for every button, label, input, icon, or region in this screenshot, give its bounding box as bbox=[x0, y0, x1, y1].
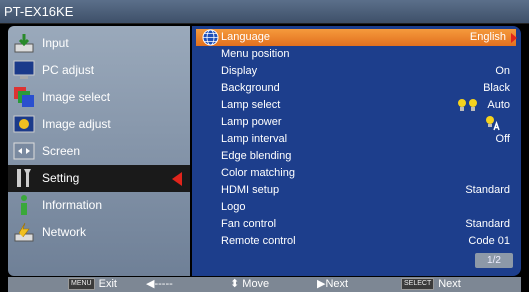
setting-name: Lamp power bbox=[221, 116, 282, 128]
window-title: PT-EX16KE bbox=[0, 0, 529, 24]
setting-row-menu-position[interactable]: Menu position bbox=[196, 46, 516, 63]
input-icon bbox=[14, 34, 34, 53]
submenu-arrow-icon bbox=[511, 33, 517, 43]
select-next-label: Next bbox=[438, 278, 461, 290]
menu-label: Setting bbox=[42, 171, 80, 185]
menu-item-image-select[interactable]: Image select bbox=[8, 84, 190, 111]
up-down-arrow-icon: ⬍ bbox=[230, 278, 240, 290]
select-hint: SELECT Next bbox=[401, 277, 461, 292]
menu-item-screen[interactable]: Screen bbox=[8, 138, 190, 165]
exit-hint: MENU Exit bbox=[68, 277, 117, 292]
setting-name: Remote control bbox=[221, 235, 296, 247]
setting-value: Auto bbox=[487, 99, 510, 111]
next-hint: ▶Next bbox=[317, 277, 348, 292]
setting-row-background[interactable]: Background Black bbox=[196, 80, 516, 97]
image-select-icon bbox=[14, 87, 34, 107]
setting-row-logo[interactable]: Logo bbox=[196, 199, 516, 216]
setting-row-remote-control[interactable]: Remote control Code 01 bbox=[196, 233, 516, 250]
menu-label: Input bbox=[42, 36, 69, 50]
setting-name: Edge blending bbox=[221, 150, 292, 162]
globe-icon bbox=[202, 29, 219, 46]
menu-key-icon: MENU bbox=[68, 278, 95, 291]
page-indicator: 1/2 bbox=[475, 253, 513, 268]
menu-item-pc-adjust[interactable]: PC adjust bbox=[8, 57, 190, 84]
move-hint: ⬍ Move bbox=[230, 277, 269, 292]
setting-row-fan-control[interactable]: Fan control Standard bbox=[196, 216, 516, 233]
setting-row-lamp-select[interactable]: Lamp select Auto bbox=[196, 97, 516, 114]
select-key-icon: SELECT bbox=[401, 278, 435, 291]
setting-value: English bbox=[469, 31, 506, 43]
setting-value: Off bbox=[495, 133, 510, 145]
selected-arrow-icon bbox=[172, 172, 182, 186]
setting-name: Logo bbox=[221, 201, 246, 213]
dual-lamp-icon bbox=[458, 99, 477, 111]
setting-name: Menu position bbox=[221, 48, 290, 60]
setting-icon bbox=[17, 169, 31, 187]
information-icon bbox=[21, 195, 27, 215]
menu-item-image-adjust[interactable]: Image adjust bbox=[8, 111, 190, 138]
next-label: Next bbox=[325, 278, 349, 290]
setting-name: Display bbox=[221, 65, 258, 77]
menu-label: Image select bbox=[42, 90, 111, 104]
setting-name: Lamp interval bbox=[221, 133, 288, 145]
menu-label: Network bbox=[42, 225, 87, 239]
setting-row-lamp-power[interactable]: Lamp power bbox=[196, 114, 516, 131]
lamp-auto-icon bbox=[486, 116, 500, 131]
menu-label: Screen bbox=[42, 144, 81, 158]
guide-bar: MENU Exit ◀----- ⬍ Move ▶Next SELECT Next bbox=[8, 277, 521, 292]
setting-name: Background bbox=[221, 82, 280, 94]
menu-label: Information bbox=[42, 198, 103, 212]
main-menu: Input PC adjust Image select Image adjus… bbox=[8, 26, 190, 276]
menu-item-information[interactable]: Information bbox=[8, 192, 190, 219]
setting-row-color-matching[interactable]: Color matching bbox=[196, 165, 516, 182]
menu-label: Image adjust bbox=[42, 117, 111, 131]
setting-name: HDMI setup bbox=[221, 184, 280, 196]
image-adjust-icon bbox=[13, 115, 35, 133]
setting-row-language[interactable]: Language English bbox=[196, 29, 517, 46]
setting-value: Black bbox=[483, 82, 510, 94]
setting-value: Code 01 bbox=[468, 235, 510, 247]
exit-label: Exit bbox=[98, 278, 117, 290]
screen-icon bbox=[13, 142, 35, 160]
setting-row-lamp-interval[interactable]: Lamp interval Off bbox=[196, 131, 516, 148]
setting-name: Color matching bbox=[221, 167, 295, 179]
menu-item-input[interactable]: Input bbox=[8, 30, 190, 57]
setting-value: On bbox=[495, 65, 510, 77]
setting-name: Language bbox=[221, 31, 270, 43]
menu-item-network[interactable]: Network bbox=[8, 219, 190, 246]
setting-row-edge-blending[interactable]: Edge blending bbox=[196, 148, 516, 165]
network-icon bbox=[14, 222, 34, 242]
menu-item-setting[interactable]: Setting bbox=[8, 165, 190, 192]
setting-name: Fan control bbox=[221, 218, 277, 230]
setting-row-hdmi-setup[interactable]: HDMI setup Standard bbox=[196, 182, 516, 199]
move-label: Move bbox=[242, 278, 270, 290]
setting-panel: Language English Menu position Display O… bbox=[192, 26, 521, 276]
back-hint: ◀----- bbox=[146, 277, 173, 292]
menu-label: PC adjust bbox=[42, 63, 95, 77]
setting-value: Standard bbox=[465, 184, 510, 196]
setting-value: Standard bbox=[465, 218, 510, 230]
setting-name: Lamp select bbox=[221, 99, 281, 111]
pc-adjust-icon bbox=[13, 60, 35, 79]
setting-row-display[interactable]: Display On bbox=[196, 63, 516, 80]
back-label: ----- bbox=[154, 278, 173, 290]
